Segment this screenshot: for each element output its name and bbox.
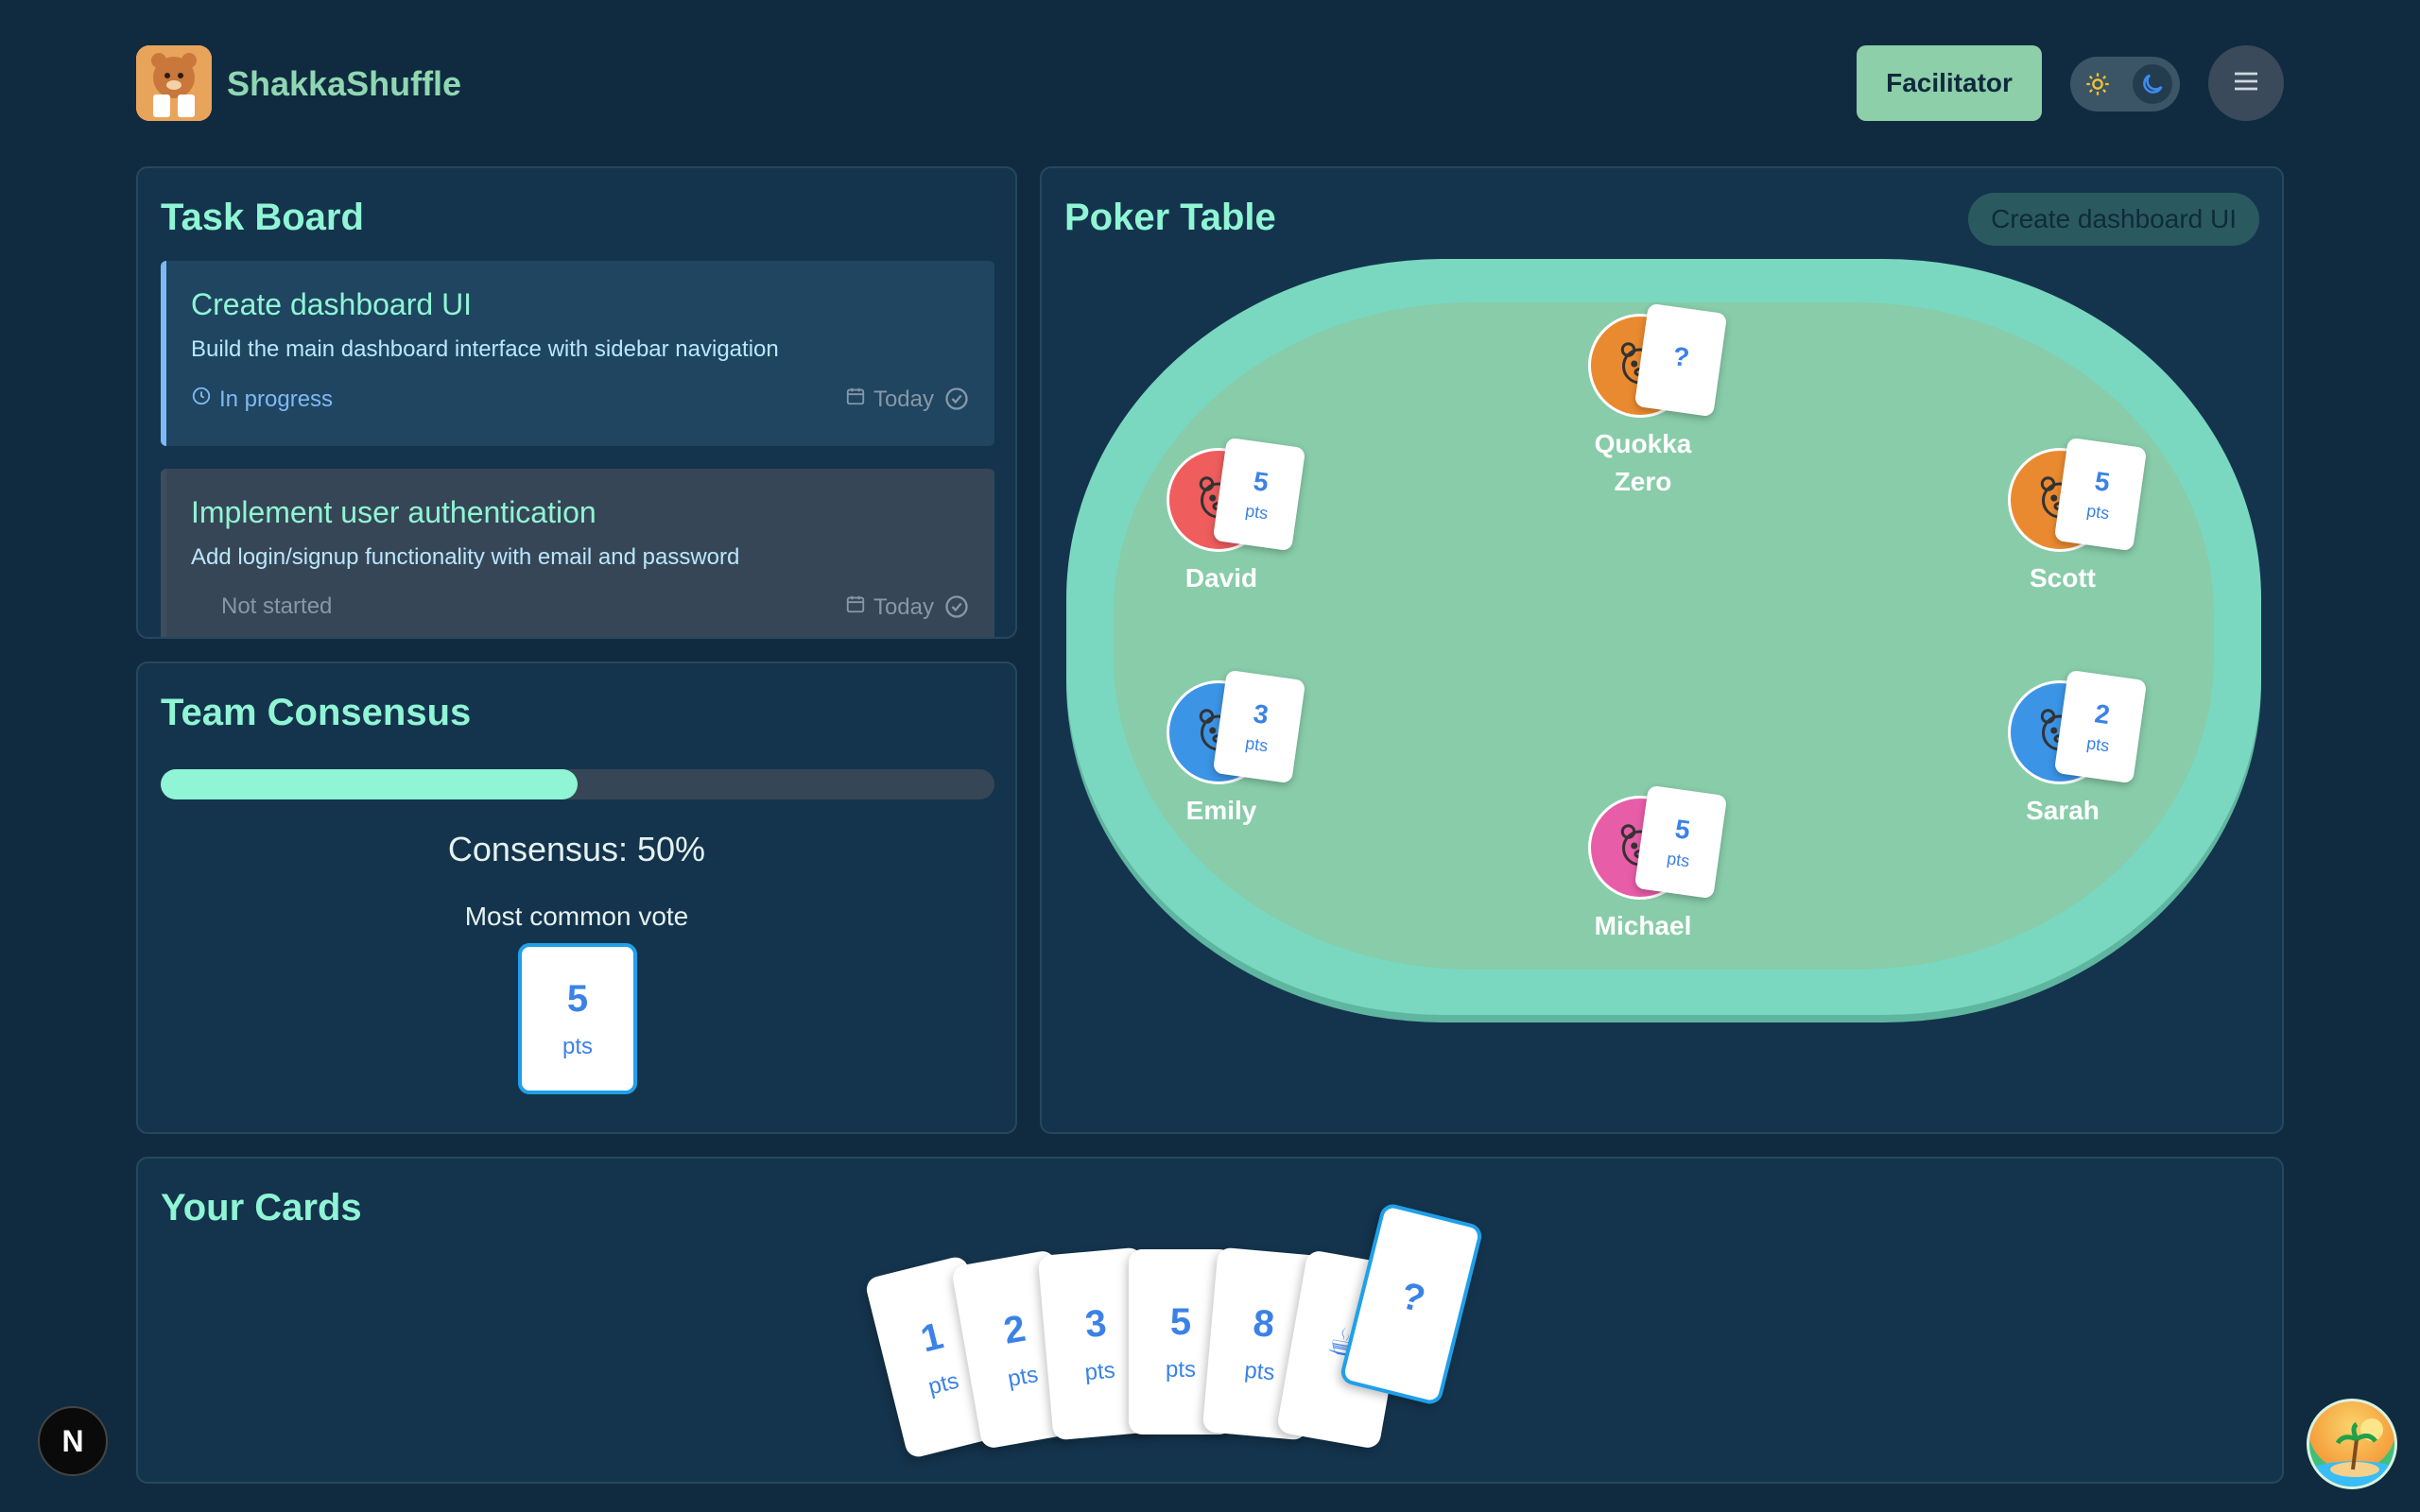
card-unit: pts [925, 1367, 961, 1400]
card-value: 8 [1251, 1301, 1276, 1346]
nextjs-badge[interactable]: N [38, 1406, 108, 1476]
vote-unit: pts [2085, 500, 2111, 523]
player-seat: 2 pts Sarah [1959, 669, 2167, 832]
check-circle-icon[interactable] [943, 386, 970, 412]
task-date-label: Today [873, 593, 934, 620]
vote-unit: pts [1666, 848, 1691, 870]
consensus-percentage: Consensus: 50% [447, 830, 706, 868]
clock-icon [191, 386, 212, 413]
calendar-icon [845, 593, 866, 621]
card-value: 5 [1169, 1300, 1192, 1343]
team-consensus-panel: Team Consensus Consensus: 50% Most commo… [136, 662, 1017, 1134]
card-unit: pts [562, 1033, 593, 1059]
card-unit: pts [1005, 1361, 1041, 1392]
player-name: Emily [1185, 796, 1257, 825]
your-cards-panel: Your Cards 1 pts 2 pts 3 pts 5 pts 8 pts ☕? [136, 1157, 2284, 1484]
player-name: Michael [1594, 911, 1692, 940]
consensus-title: Team Consensus [161, 692, 472, 733]
hand-card[interactable]: ? [1338, 1201, 1485, 1407]
task-title: Create dashboard UI [191, 287, 473, 321]
vote-value: 5 [1252, 465, 1270, 497]
app-logo[interactable] [136, 45, 212, 121]
task-title: Implement user authentication [191, 495, 596, 529]
card-value: 3 [1083, 1301, 1109, 1346]
task-description: Add login/signup functionality with emai… [191, 544, 740, 570]
vote-value: 3 [1252, 697, 1270, 730]
task-date-label: Today [873, 386, 934, 412]
hamburger-icon [2231, 66, 2261, 101]
vote-card: 5 pts [2053, 437, 2148, 552]
card-value: 1 [916, 1314, 947, 1361]
card-value: 2 [1000, 1307, 1029, 1352]
vote-value: 5 [2093, 465, 2112, 497]
theme-toggle[interactable] [2070, 57, 2180, 112]
moon-icon[interactable] [2133, 64, 2172, 104]
app-name: ShakkaShuffle [227, 64, 462, 103]
vote-card: ? [1634, 302, 1728, 418]
player-seat: ? Quokka Zero [1539, 302, 1747, 496]
vote-value: 2 [2093, 697, 2112, 730]
player-seat: 5 pts Scott [1959, 437, 2167, 599]
player-name: Scott [2030, 563, 2096, 593]
card-unit: pts [1083, 1357, 1116, 1385]
task-card[interactable]: Implement user authentication Add login/… [161, 469, 994, 637]
your-cards-title: Your Cards [161, 1187, 362, 1228]
vote-card: 5 pts [1212, 437, 1306, 552]
consensus-progress-bar [161, 769, 994, 799]
player-seat: 5 pts David [1117, 437, 1325, 599]
island-avatar[interactable] [2307, 1399, 2397, 1489]
task-board-panel: Task Board Create dashboard UI Build the… [136, 166, 1017, 639]
vote-value: ? [1670, 340, 1692, 373]
facilitator-button[interactable]: Facilitator [1857, 45, 2042, 121]
consensus-progress-fill [161, 769, 578, 799]
app-header: ShakkaShuffle Facilitator [136, 45, 2284, 121]
current-task-pill: Create dashboard UI [1968, 193, 2259, 246]
most-common-vote-card: 5 pts [518, 943, 637, 1094]
vote-value: 5 [1673, 813, 1692, 845]
vote-unit: pts [1244, 732, 1270, 755]
calendar-icon [845, 386, 866, 413]
vote-card: 5 pts [1634, 784, 1728, 900]
poker-table-title: Poker Table [1064, 197, 1276, 238]
task-date: Today [845, 386, 934, 413]
task-board-title: Task Board [161, 197, 364, 238]
task-date: Today [845, 593, 934, 621]
poker-table-panel: Poker Table Create dashboard UI ? Quokka … [1040, 166, 2284, 1134]
player-name: Sarah [2026, 796, 2100, 825]
menu-button[interactable] [2208, 45, 2284, 121]
card-value: 5 [566, 977, 589, 1020]
player-name: Quokka Zero [1594, 429, 1692, 496]
task-status: In progress [191, 386, 333, 413]
vote-card: 2 pts [2053, 669, 2148, 784]
task-status-label: In progress [219, 386, 334, 412]
check-circle-icon[interactable] [943, 593, 970, 620]
card-unit: pts [1165, 1356, 1196, 1383]
sun-icon[interactable] [2078, 64, 2118, 104]
card-value: ? [1396, 1274, 1429, 1321]
task-card[interactable]: Create dashboard UI Build the main dashb… [161, 261, 994, 446]
vote-unit: pts [2085, 732, 2111, 755]
most-common-vote-label: Most common vote [464, 902, 689, 931]
player-name: David [1184, 563, 1258, 593]
vote-unit: pts [1244, 500, 1270, 523]
task-description: Build the main dashboard interface with … [191, 336, 779, 362]
player-seat: 5 pts Michael [1539, 784, 1747, 947]
player-seat: 3 pts Emily [1117, 669, 1325, 832]
card-unit: pts [1243, 1357, 1276, 1385]
task-status-label: Not started [221, 593, 333, 619]
vote-card: 3 pts [1212, 669, 1306, 784]
